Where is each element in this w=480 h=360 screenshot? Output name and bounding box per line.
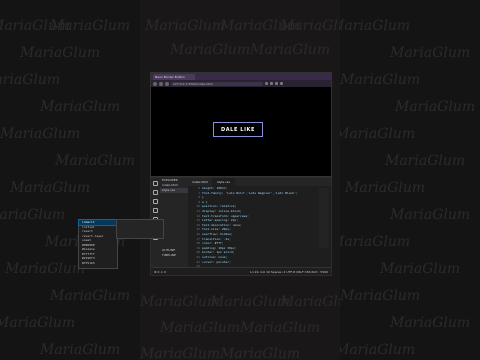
watermark-text: MariaGlum [340, 288, 421, 304]
watermark-text: MariaGlum [5, 261, 86, 277]
reload-icon[interactable] [165, 81, 169, 86]
watermark-text: MariaGlum [380, 261, 461, 277]
code-area[interactable]: 67 89 1011 1213 1415 1617 1819 2021 2223… [188, 186, 331, 268]
tab-index-html[interactable]: index.html [188, 178, 213, 186]
watermark-text: MariaGlum [340, 126, 416, 142]
watermark-text: MariaGlum [280, 18, 340, 34]
status-bar: ⊗ 0 ⚠ 0 Ln 22, Col 10 Spaces: 2 UTF-8 CR… [151, 267, 331, 275]
browser-toolbar: 127.0.0.1:5500/index.html [151, 80, 331, 87]
extension-icon[interactable] [275, 82, 278, 85]
watermark-text: MariaGlum [250, 42, 331, 58]
suggestion-details [116, 219, 164, 239]
watermark-text: MariaGlum [340, 18, 411, 34]
watermark-text: MariaGlum [50, 288, 131, 304]
watermark-text: MariaGlum [140, 294, 221, 310]
watermark-text: MariaGlum [385, 153, 466, 169]
tab-style-css[interactable]: style.css [213, 178, 235, 186]
profile-icon[interactable] [280, 82, 283, 85]
watermark-text: MariaGlum [50, 18, 131, 34]
watermark-text: MariaGlum [0, 72, 61, 88]
explorer-panel: EXPLORER index.html style.css OUTLINE TI… [160, 178, 188, 268]
back-icon[interactable] [153, 81, 157, 86]
page-viewport: DALE LIKE [151, 87, 331, 176]
code-line: font-family: 'Lato Bold','Lato Regular',… [202, 190, 298, 195]
watermark-text: MariaGlum [390, 315, 471, 331]
watermark-text: MariaGlum [40, 99, 121, 115]
editor-tabs: index.html style.css [188, 178, 331, 186]
watermark-text: MariaGlum [20, 45, 101, 61]
code-editor-window: EXPLORER index.html style.css OUTLINE TI… [150, 177, 332, 276]
suggestion-item[interactable]: #3f51b5 [79, 261, 117, 266]
watermark-text: MariaGlum [55, 153, 136, 169]
watermark-text: MariaGlum [170, 42, 251, 58]
watermark-text: MariaGlum [395, 99, 476, 115]
left-watermark-panel: MariaGlum MariaGlum MariaGlum MariaGlum … [0, 0, 140, 360]
watermark-text: MariaGlum [145, 18, 226, 34]
watermark-text: MariaGlum [345, 180, 426, 196]
watermark-text: MariaGlum [240, 320, 321, 336]
watermark-text: MariaGlum [280, 294, 340, 310]
browser-tab[interactable]: Neon Border Button [153, 73, 195, 80]
browser-tab-bar: Neon Border Button [151, 73, 331, 80]
watermark-text: MariaGlum [210, 294, 291, 310]
watermark-text: MariaGlum [0, 207, 66, 223]
minimap[interactable] [319, 188, 329, 248]
watermark-text: MariaGlum [390, 207, 471, 223]
watermark-text: MariaGlum [340, 234, 411, 250]
explorer-spacer [160, 193, 188, 248]
watermark-text: MariaGlum [0, 315, 76, 331]
code-line: cursor: pointer; [202, 259, 231, 264]
extension-icon[interactable] [270, 82, 273, 85]
address-bar[interactable]: 127.0.0.1:5500/index.html [171, 81, 263, 86]
watermark-text: MariaGlum [390, 45, 471, 61]
files-icon[interactable] [153, 181, 158, 186]
run-debug-icon[interactable] [153, 208, 158, 213]
extension-icon[interactable] [265, 82, 268, 85]
explorer-item[interactable]: TIMELINE [160, 253, 188, 258]
editor-status-info[interactable]: Ln 22, Col 10 Spaces: 2 UTF-8 CRLF CSS P… [250, 268, 328, 275]
browser-window: Neon Border Button 127.0.0.1:5500/index.… [150, 72, 332, 177]
watermark-text: MariaGlum [10, 180, 91, 196]
problems-status[interactable]: ⊗ 0 ⚠ 0 [154, 268, 166, 275]
dale-like-button[interactable]: DALE LIKE [213, 122, 263, 137]
watermark-text: MariaGlum [340, 342, 416, 358]
source-control-icon[interactable] [153, 199, 158, 204]
autocomplete-popup: inherit initial revert revert-layer unse… [78, 219, 118, 269]
watermark-text: MariaGlum [340, 72, 421, 88]
code-lines: height: 100vh; font-family: 'Lato Bold',… [202, 186, 298, 264]
watermark-text: MariaGlum [140, 346, 221, 360]
search-icon[interactable] [153, 190, 158, 195]
right-watermark-panel: MariaGlum MariaGlum MariaGlum MariaGlum … [340, 0, 480, 360]
watermark-text: MariaGlum [40, 342, 121, 358]
watermark-text: MariaGlum [160, 320, 241, 336]
forward-icon[interactable] [159, 81, 163, 86]
watermark-text: MariaGlum [220, 346, 301, 360]
line-numbers: 67 89 1011 1213 1415 1617 1819 2021 2223 [196, 186, 200, 268]
watermark-text: MariaGlum [0, 126, 81, 142]
